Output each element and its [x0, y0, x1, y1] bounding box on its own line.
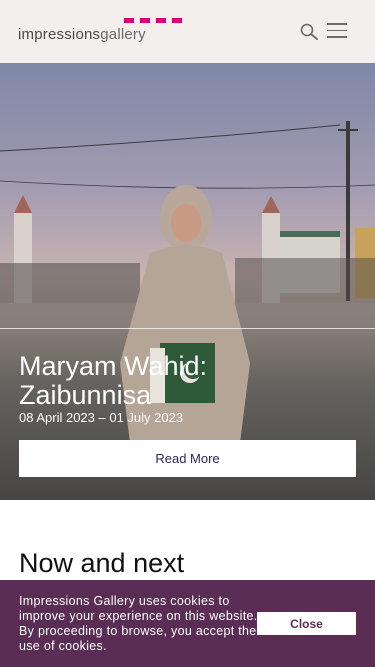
section-heading: Now and next	[19, 548, 185, 578]
logo-word-gallery: gallery	[100, 26, 146, 43]
site-header: impressionsgallery	[0, 0, 375, 63]
logo-word-impressions: impressions	[18, 26, 101, 43]
cookie-message: Impressions Gallery uses cookies to impr…	[19, 594, 258, 653]
search-button[interactable]	[298, 22, 320, 44]
cookie-close-button[interactable]: Close	[257, 612, 356, 635]
read-more-button[interactable]: Read More	[19, 440, 356, 477]
search-icon	[300, 23, 318, 40]
cookie-banner: Impressions Gallery uses cookies to impr…	[0, 580, 375, 667]
hero-divider	[0, 328, 375, 329]
logo-wordmark: impressionsgallery	[18, 26, 146, 43]
exhibition-title: Maryam Wahid: Zaibunnisa	[19, 351, 208, 410]
site-logo[interactable]: impressionsgallery	[18, 18, 188, 48]
hamburger-menu-icon	[327, 23, 347, 25]
hero-photo	[0, 121, 375, 500]
exhibition-dates: 08 April 2023 – 01 July 2023	[19, 410, 184, 425]
logo-dots	[124, 18, 182, 23]
hero-banner: Maryam Wahid: Zaibunnisa 08 April 2023 –…	[0, 63, 375, 500]
menu-button[interactable]	[327, 23, 349, 41]
